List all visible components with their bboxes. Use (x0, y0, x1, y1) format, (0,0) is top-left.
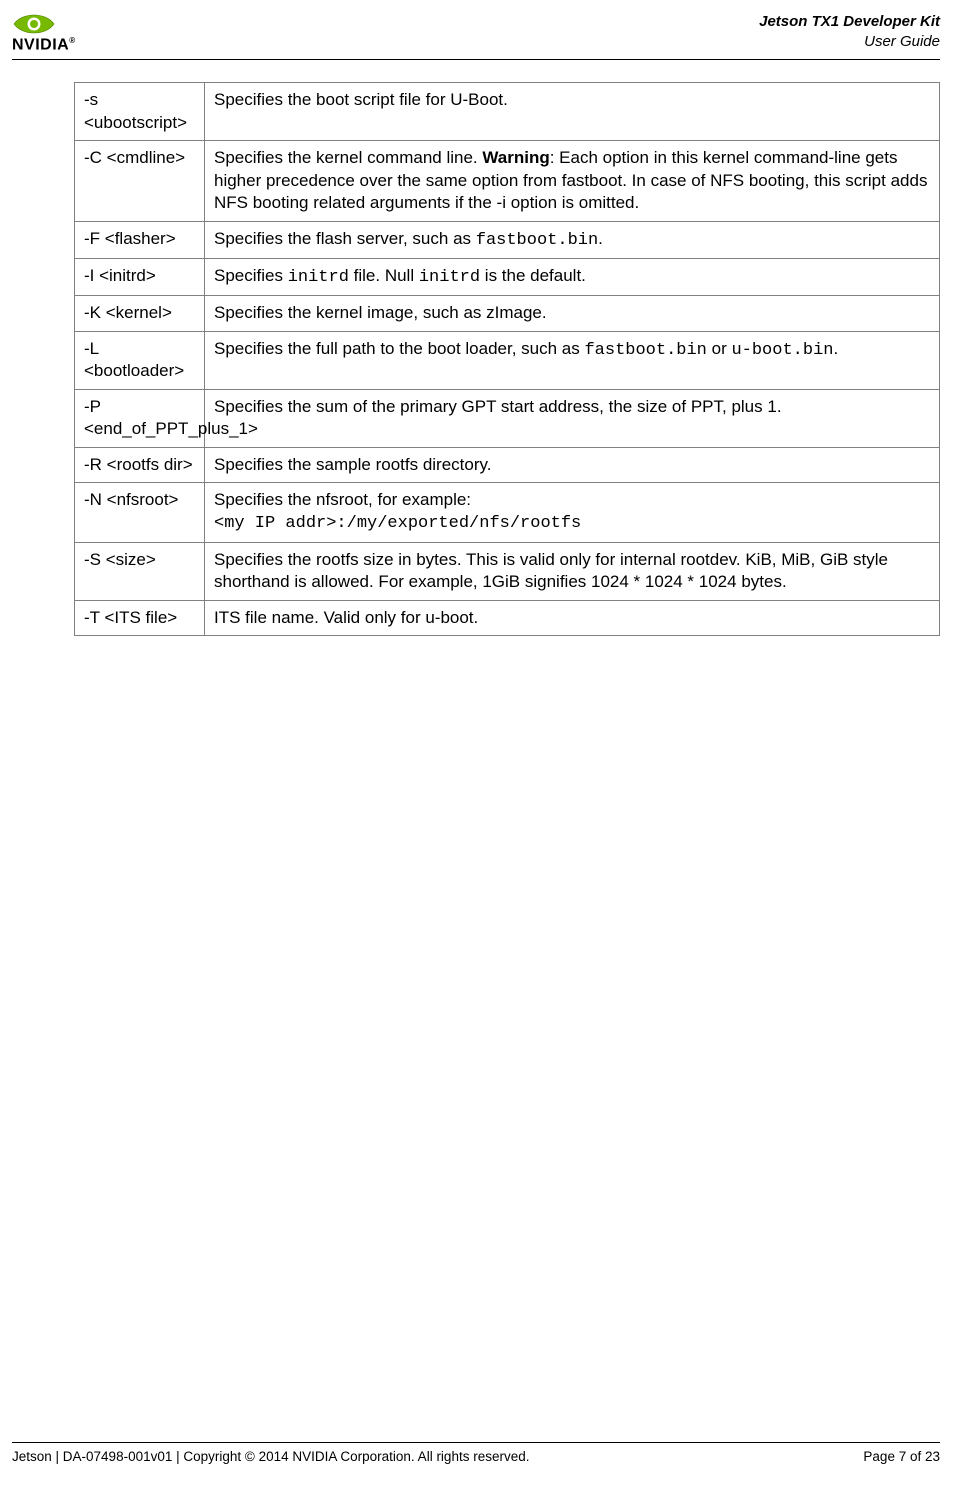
option-cell: -N <nfsroot> (75, 483, 205, 543)
description-cell: Specifies the sum of the primary GPT sta… (205, 389, 940, 447)
option-cell: -P <end_of_PPT_plus_1> (75, 389, 205, 447)
document-title-line1: Jetson TX1 Developer Kit (759, 12, 940, 32)
description-cell: Specifies the nfsroot, for example:<my I… (205, 483, 940, 543)
page: NVIDIA® Jetson TX1 Developer Kit User Gu… (0, 0, 976, 1492)
page-header: NVIDIA® Jetson TX1 Developer Kit User Gu… (12, 10, 940, 59)
brand-name: NVIDIA® (12, 37, 76, 53)
description-cell: Specifies initrd file. Null initrd is th… (205, 258, 940, 295)
document-title-line2: User Guide (759, 32, 940, 52)
table-row: -s <ubootscript>Specifies the boot scrip… (75, 83, 940, 141)
description-cell: Specifies the flash server, such as fast… (205, 221, 940, 258)
table-row: -S <size>Specifies the rootfs size in by… (75, 542, 940, 600)
table-row: -L <bootloader>Specifies the full path t… (75, 331, 940, 389)
description-cell: Specifies the kernel command line. Warni… (205, 141, 940, 221)
footer-left: Jetson | DA-07498-001v01 | Copyright © 2… (12, 1449, 529, 1464)
description-cell: Specifies the rootfs size in bytes. This… (205, 542, 940, 600)
option-cell: -T <ITS file> (75, 600, 205, 635)
option-cell: -I <initrd> (75, 258, 205, 295)
description-cell: Specifies the kernel image, such as zIma… (205, 296, 940, 331)
option-cell: -C <cmdline> (75, 141, 205, 221)
option-cell: -L <bootloader> (75, 331, 205, 389)
content-area: -s <ubootscript>Specifies the boot scrip… (12, 82, 940, 636)
table-row: -K <kernel>Specifies the kernel image, s… (75, 296, 940, 331)
table-row: -N <nfsroot>Specifies the nfsroot, for e… (75, 483, 940, 543)
table-row: -R <rootfs dir>Specifies the sample root… (75, 447, 940, 482)
option-cell: -S <size> (75, 542, 205, 600)
table-row: -C <cmdline>Specifies the kernel command… (75, 141, 940, 221)
option-cell: -F <flasher> (75, 221, 205, 258)
option-cell: -s <ubootscript> (75, 83, 205, 141)
table-row: -I <initrd>Specifies initrd file. Null i… (75, 258, 940, 295)
description-cell: Specifies the full path to the boot load… (205, 331, 940, 389)
page-footer: Jetson | DA-07498-001v01 | Copyright © 2… (12, 1442, 940, 1464)
options-table: -s <ubootscript>Specifies the boot scrip… (74, 82, 940, 636)
description-cell: Specifies the boot script file for U-Boo… (205, 83, 940, 141)
table-row: -P <end_of_PPT_plus_1>Specifies the sum … (75, 389, 940, 447)
description-cell: ITS file name. Valid only for u-boot. (205, 600, 940, 635)
table-row: -T <ITS file>ITS file name. Valid only f… (75, 600, 940, 635)
nvidia-eye-icon (12, 10, 56, 38)
description-cell: Specifies the sample rootfs directory. (205, 447, 940, 482)
brand-logo: NVIDIA® (12, 10, 76, 53)
table-row: -F <flasher>Specifies the flash server, … (75, 221, 940, 258)
option-cell: -K <kernel> (75, 296, 205, 331)
option-cell: -R <rootfs dir> (75, 447, 205, 482)
header-rule (12, 59, 940, 60)
footer-right: Page 7 of 23 (863, 1449, 940, 1464)
document-title: Jetson TX1 Developer Kit User Guide (759, 10, 940, 53)
